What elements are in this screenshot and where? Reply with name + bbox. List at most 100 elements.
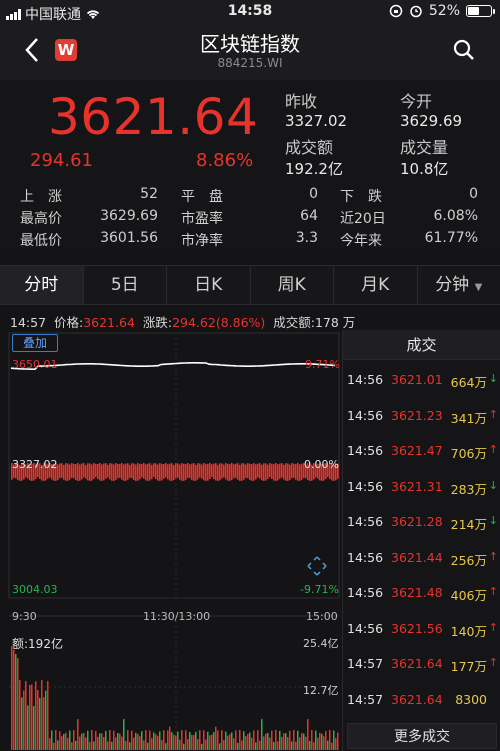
ratio-bar: [299, 468, 301, 481]
volume-bar: [85, 737, 87, 750]
ratio-bar: [183, 468, 185, 481]
ratio-bar: [213, 463, 215, 468]
volume-bar: [331, 742, 333, 750]
stat-label: 下 跌: [340, 189, 382, 205]
trade-row: 14:56 3621.56 140万 ↑: [343, 621, 500, 641]
stat-value: 0: [309, 186, 318, 202]
volume-bar: [203, 730, 205, 750]
tab-5day[interactable]: 5日: [84, 266, 167, 304]
tab-daily-k[interactable]: 日K: [167, 266, 251, 304]
ratio-bar: [265, 463, 267, 468]
ratio-bar: [165, 463, 167, 468]
trade-row: 14:56 3621.28 214万 ↓: [343, 514, 500, 534]
stat-label: 上 涨: [20, 189, 62, 205]
trade-time: 14:56: [347, 372, 384, 387]
fullscreen-icon[interactable]: [306, 555, 328, 577]
ratio-bar: [291, 463, 293, 468]
ratio-bar: [161, 468, 163, 481]
ratio-bar: [201, 464, 203, 468]
volume-bar: [311, 730, 313, 750]
volume-bar: [185, 730, 187, 750]
trade-price: 3621.56: [391, 620, 443, 636]
ratio-bar: [67, 463, 69, 468]
ratio-bar: [293, 468, 295, 478]
ratio-bar: [103, 463, 105, 468]
volume-bar: [139, 736, 141, 750]
intraday-chart[interactable]: [8, 332, 340, 750]
ratio-bar: [301, 468, 303, 480]
ratio-bar: [99, 463, 101, 468]
ratio-bar: [131, 463, 133, 468]
ratio-bar: [235, 468, 237, 478]
ratio-bar: [267, 464, 269, 468]
volume-bar: [93, 741, 95, 750]
ratio-bar: [143, 468, 145, 479]
volume-bar: [127, 730, 129, 750]
tab-intraday[interactable]: 分时: [0, 266, 84, 304]
ratio-bar: [141, 468, 143, 478]
ratio-bar: [95, 468, 97, 478]
battery-percent: 52%: [428, 3, 460, 19]
volume-bar: [285, 733, 287, 750]
trade-time: 14:56: [347, 514, 384, 529]
volume-bar: [35, 681, 37, 750]
y-axis-bottom: 3004.03: [12, 583, 58, 596]
ratio-bar: [211, 464, 213, 468]
ratio-bar: [265, 468, 267, 481]
ratio-bar: [193, 463, 195, 468]
ratio-bar: [243, 463, 245, 468]
volume-bar: [279, 730, 281, 750]
volume-bar: [187, 739, 189, 750]
volume-bar: [61, 736, 63, 750]
ratio-bar: [135, 468, 137, 481]
volume-bar: [33, 706, 35, 750]
volume-bar: [283, 733, 285, 750]
ratio-bar: [75, 463, 77, 468]
open-price: 今开 3629.69: [400, 92, 463, 130]
ratio-bar: [149, 463, 151, 468]
ratio-bar: [87, 468, 89, 481]
search-icon[interactable]: [452, 38, 476, 62]
volume-bar: [205, 739, 207, 750]
trade-price: 3621.47: [391, 443, 443, 458]
more-trades-button[interactable]: 更多成交: [347, 723, 497, 749]
ratio-bar: [283, 468, 285, 480]
volume-bar: [17, 658, 19, 750]
ratio-bar: [61, 468, 63, 478]
page-title: 区块链指数: [200, 32, 300, 56]
trade-time: 14:56: [347, 549, 384, 565]
ratio-bar: [91, 464, 93, 468]
overlay-button[interactable]: 叠加: [12, 334, 58, 352]
stat-label: 最高价: [20, 211, 62, 227]
tab-minute[interactable]: 分钟 ▼: [418, 266, 500, 304]
trade-volume: 140万: [450, 623, 487, 639]
trade-time: 14:57: [347, 656, 384, 671]
ratio-bar: [269, 468, 271, 478]
ratio-bar: [251, 464, 253, 468]
trade-price: 3621.64: [391, 656, 443, 671]
ratio-bar: [273, 468, 275, 481]
ratio-bar: [133, 468, 135, 481]
ratio-bar: [181, 463, 183, 468]
volume-bar: [273, 741, 275, 750]
ratio-bar: [83, 463, 85, 468]
ratio-bar: [145, 464, 147, 468]
volume-bar: [181, 730, 183, 750]
volume-bar: [75, 740, 77, 750]
ratio-bar: [223, 468, 225, 478]
volume-bar: [37, 690, 39, 750]
ratio-bar: [287, 463, 289, 468]
price-change-pct: 8.86%: [196, 150, 254, 171]
volume-bar: [87, 730, 89, 750]
tab-monthly-k[interactable]: 月K: [334, 266, 418, 304]
ratio-bar: [97, 468, 99, 480]
volume-bar: [105, 730, 107, 750]
volume-bar: [253, 730, 255, 750]
ratio-bar: [159, 468, 161, 481]
ratio-bar: [285, 468, 287, 481]
ratio-bar: [63, 468, 65, 480]
volume-bar: [67, 737, 69, 750]
tab-weekly-k[interactable]: 周K: [251, 266, 334, 304]
ratio-bar: [261, 468, 263, 481]
volume-bar: [91, 730, 93, 750]
